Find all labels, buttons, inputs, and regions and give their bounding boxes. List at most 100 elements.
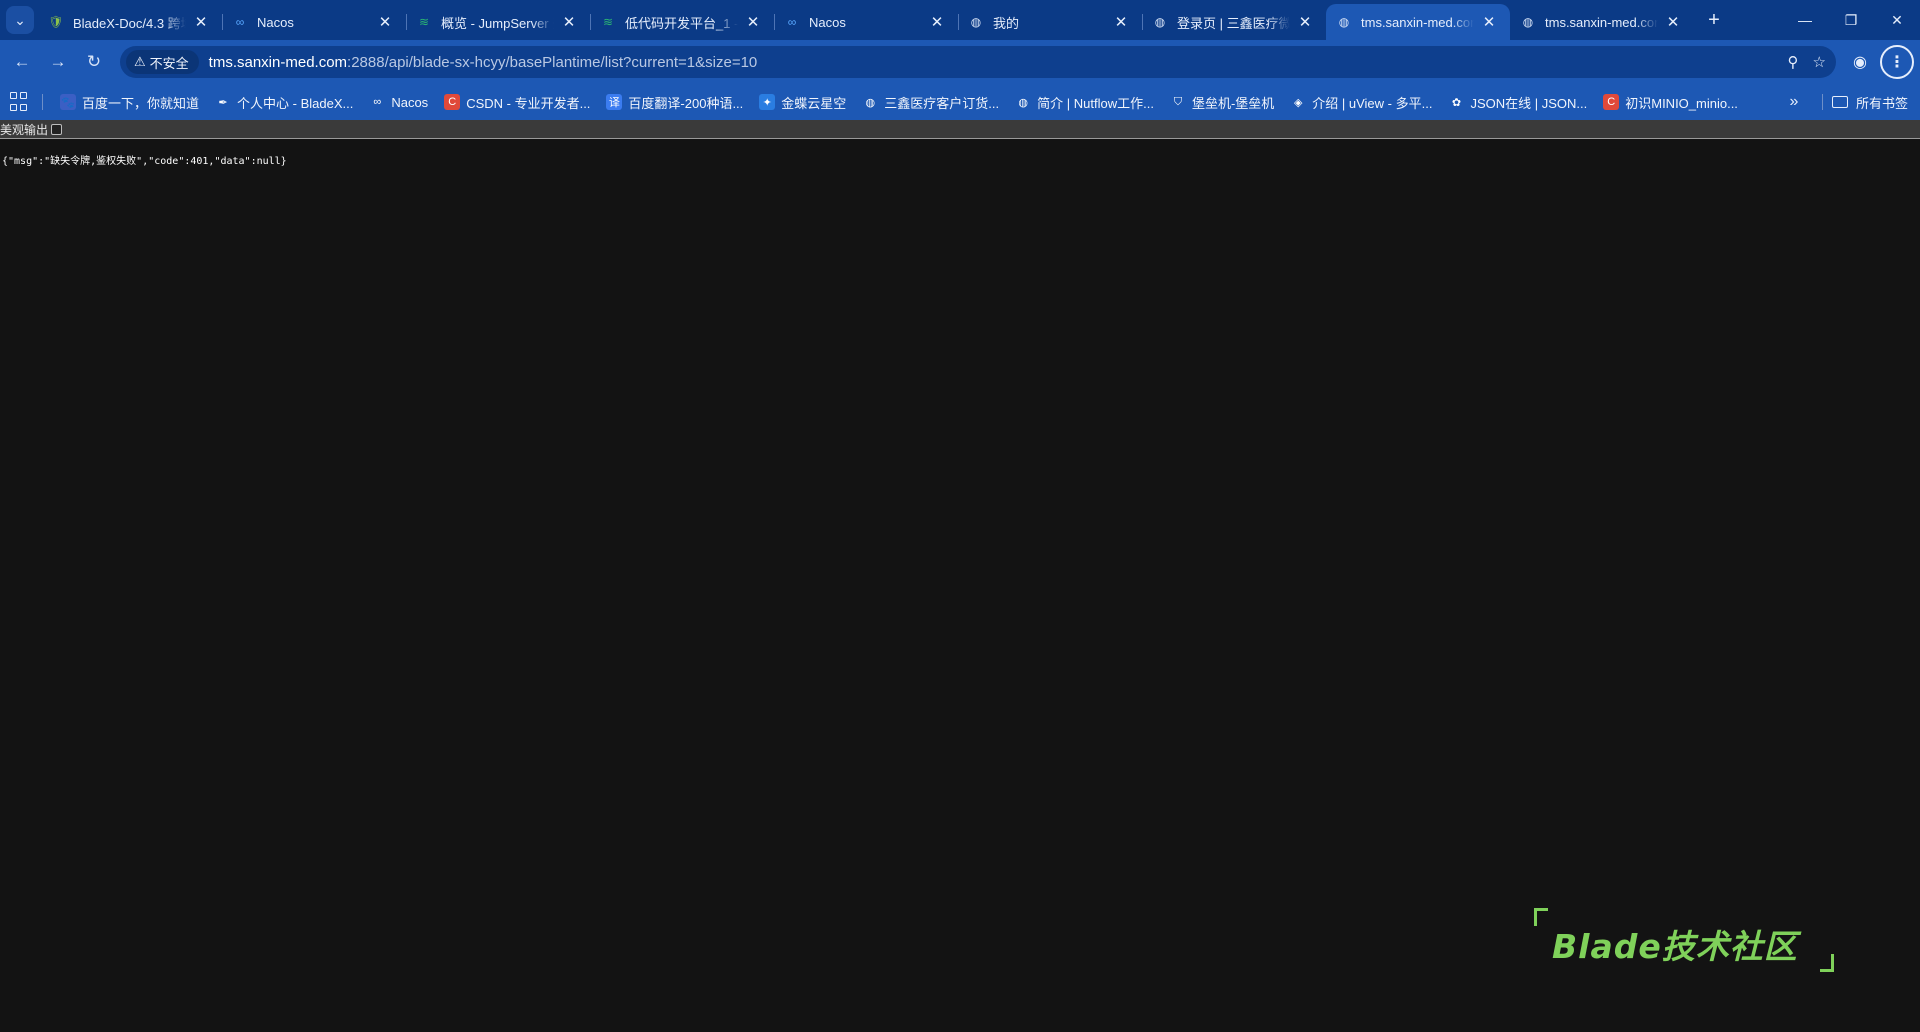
- jumpserver-icon: ≋: [602, 15, 614, 29]
- close-tab-icon[interactable]: ✕: [1664, 13, 1682, 31]
- csdn-icon: C: [444, 94, 461, 110]
- bookmark-item[interactable]: ✦ 金蝶云星空: [751, 88, 854, 116]
- profile-icon: ◉: [1853, 54, 1867, 71]
- bookmark-label: 介绍 | uView - 多平...: [1312, 95, 1433, 111]
- close-window-button[interactable]: ✕: [1874, 0, 1920, 40]
- tab-2[interactable]: ∞ Nacos ✕: [222, 4, 406, 40]
- pretty-print-label: 美观输出: [0, 122, 49, 137]
- restore-icon: ❐: [1844, 11, 1858, 28]
- apps-grid-icon[interactable]: [10, 92, 30, 112]
- reload-button[interactable]: ↻: [78, 46, 110, 78]
- tab-title: BladeX-Doc/4.3 跨域: [73, 15, 186, 31]
- tab-list: 🛡 BladeX-Doc/4.3 跨域 ✕ ∞ Nacos ✕ ≋ 概览 - JumpServ…: [38, 4, 1694, 40]
- pretty-print-bar: 美观输出: [0, 120, 1920, 139]
- bookmark-label: JSON在线 | JSON...: [1470, 95, 1588, 111]
- close-tab-icon[interactable]: ✕: [560, 13, 578, 31]
- folder-icon: [1832, 96, 1848, 108]
- window-controls: — ❐ ✕: [1782, 0, 1920, 40]
- tab-title: 登录页 | 三鑫医疗微服: [1177, 15, 1290, 31]
- tab-strip: ⌄ 🛡 BladeX-Doc/4.3 跨域 ✕ ∞ Nacos ✕ ≋ 概览 - JumpSe…: [0, 0, 1920, 40]
- bookmark-item[interactable]: 🐾 百度一下，你就知道: [52, 88, 207, 116]
- bookmark-item[interactable]: C 初识MINIO_minio...: [1595, 88, 1746, 116]
- tab-8[interactable]: ◍ tms.sanxin-med.com ✕: [1326, 4, 1510, 40]
- translate-icon: 译: [606, 94, 623, 110]
- more-bookmarks-button[interactable]: »: [1782, 90, 1806, 114]
- zoom-icon[interactable]: ⚲: [1788, 53, 1799, 71]
- tab-9[interactable]: ◍ tms.sanxin-med.com ✕: [1510, 4, 1694, 40]
- minimize-button[interactable]: —: [1782, 0, 1828, 40]
- nacos-icon: ∞: [373, 96, 382, 108]
- minimize-icon: —: [1798, 12, 1812, 28]
- security-chip[interactable]: ⚠ 不安全: [126, 50, 199, 74]
- bookmark-item[interactable]: ◍ 三鑫医疗客户订货...: [854, 88, 1007, 116]
- bookmark-label: 初识MINIO_minio...: [1625, 95, 1738, 111]
- bookmark-item[interactable]: ✿ JSON在线 | JSON...: [1440, 88, 1595, 116]
- csdn-icon: C: [1603, 94, 1620, 110]
- tab-3[interactable]: ≋ 概览 - JumpServer 开 ✕: [406, 4, 590, 40]
- close-tab-icon[interactable]: ✕: [1296, 13, 1314, 31]
- close-tab-icon[interactable]: ✕: [1480, 13, 1498, 31]
- tab-title: tms.sanxin-med.com: [1361, 14, 1474, 30]
- tab-1[interactable]: 🛡 BladeX-Doc/4.3 跨域 ✕: [38, 4, 222, 40]
- tab-title: tms.sanxin-med.com: [1545, 14, 1658, 30]
- watermark-text: Blade技术社区: [1552, 927, 1798, 966]
- bookmark-item[interactable]: ∞ Nacos: [361, 88, 436, 116]
- tab-title: 低代码开发平台_1 - J: [625, 15, 738, 31]
- bookmarks-bar: 🐾 百度一下，你就知道 ✒ 个人中心 - BladeX... ∞ Nacos C CSDN -…: [0, 84, 1920, 120]
- url-path: :2888/api/blade-sx-hcyy/basePlantime/lis…: [347, 53, 758, 71]
- nacos-icon: ∞: [235, 15, 245, 29]
- close-tab-icon[interactable]: ✕: [928, 13, 946, 31]
- arrow-right-icon: →: [49, 52, 67, 71]
- bookmarks-divider-right: [1822, 94, 1823, 110]
- close-icon: ✕: [1891, 11, 1903, 28]
- tab-title: Nacos: [257, 14, 294, 30]
- globe-icon: ◍: [1018, 96, 1028, 109]
- globe-icon: ◍: [1338, 15, 1350, 29]
- profile-button[interactable]: ◉: [1846, 48, 1874, 76]
- tab-title: Nacos: [809, 14, 846, 30]
- arrow-left-icon: ←: [13, 52, 31, 71]
- address-bar[interactable]: ⚠ 不安全 tms.sanxin-med.com:2888/api/blade-…: [120, 46, 1836, 78]
- globe-icon: ◍: [865, 96, 876, 109]
- bookmark-item[interactable]: ◈ 介绍 | uView - 多平...: [1282, 88, 1440, 116]
- new-tab-button[interactable]: +: [1700, 8, 1728, 32]
- back-button[interactable]: ←: [6, 46, 38, 78]
- tab-title: 概览 - JumpServer 开: [441, 15, 554, 31]
- security-label: 不安全: [149, 55, 189, 71]
- tab-4[interactable]: ≋ 低代码开发平台_1 - J ✕: [590, 4, 774, 40]
- forward-button[interactable]: →: [42, 46, 74, 78]
- tab-search-dropdown[interactable]: ⌄: [6, 6, 34, 34]
- browser-toolbar: ← → ↻ ⚠ 不安全 tms.sanxin-med.com:2888/api/…: [0, 40, 1920, 84]
- more-vertical-icon: ⋮: [1889, 54, 1905, 71]
- close-tab-icon[interactable]: ✕: [376, 13, 394, 31]
- tab-7[interactable]: ◍ 登录页 | 三鑫医疗微服 ✕: [1142, 4, 1326, 40]
- tab-6[interactable]: ◍ 我的 ✕: [958, 4, 1142, 40]
- all-bookmarks-label: 所有书签: [1856, 95, 1909, 111]
- bookmark-label: 个人中心 - BladeX...: [237, 95, 354, 111]
- watermark: Blade技术社区: [1534, 908, 1834, 972]
- bookmark-item[interactable]: ✒ 个人中心 - BladeX...: [207, 88, 361, 116]
- bookmark-label: 简介 | Nutflow工作...: [1037, 95, 1154, 111]
- close-tab-icon[interactable]: ✕: [192, 13, 210, 31]
- tab-5[interactable]: ∞ Nacos ✕: [774, 4, 958, 40]
- bookmark-label: 堡垒机-堡垒机: [1191, 95, 1275, 111]
- nacos-icon: ∞: [787, 15, 797, 29]
- bookmark-item[interactable]: C CSDN - 专业开发者...: [436, 88, 598, 116]
- bookmark-item[interactable]: ⛉ 堡垒机-堡垒机: [1162, 88, 1282, 116]
- pretty-print-checkbox[interactable]: [51, 123, 63, 135]
- chevron-down-icon: ⌄: [14, 11, 26, 28]
- plus-icon: +: [1708, 8, 1720, 31]
- all-bookmarks-button[interactable]: 所有书签: [1832, 88, 1908, 116]
- url-text[interactable]: tms.sanxin-med.com:2888/api/blade-sx-hcy…: [209, 54, 758, 71]
- uview-icon: ◈: [1294, 96, 1303, 109]
- bookmark-star-icon[interactable]: ☆: [1813, 53, 1826, 71]
- warning-triangle-icon: ⚠: [134, 54, 146, 69]
- watermark-bracket-right: [1820, 954, 1834, 972]
- tab-title: 我的: [993, 15, 1020, 31]
- restore-button[interactable]: ❐: [1828, 0, 1874, 40]
- browser-menu-button[interactable]: ⋮: [1880, 45, 1914, 79]
- bookmark-item[interactable]: ◍ 简介 | Nutflow工作...: [1007, 88, 1162, 116]
- close-tab-icon[interactable]: ✕: [744, 13, 762, 31]
- bookmark-item[interactable]: 译百度翻译-200种语...: [598, 88, 751, 116]
- close-tab-icon[interactable]: ✕: [1112, 13, 1130, 31]
